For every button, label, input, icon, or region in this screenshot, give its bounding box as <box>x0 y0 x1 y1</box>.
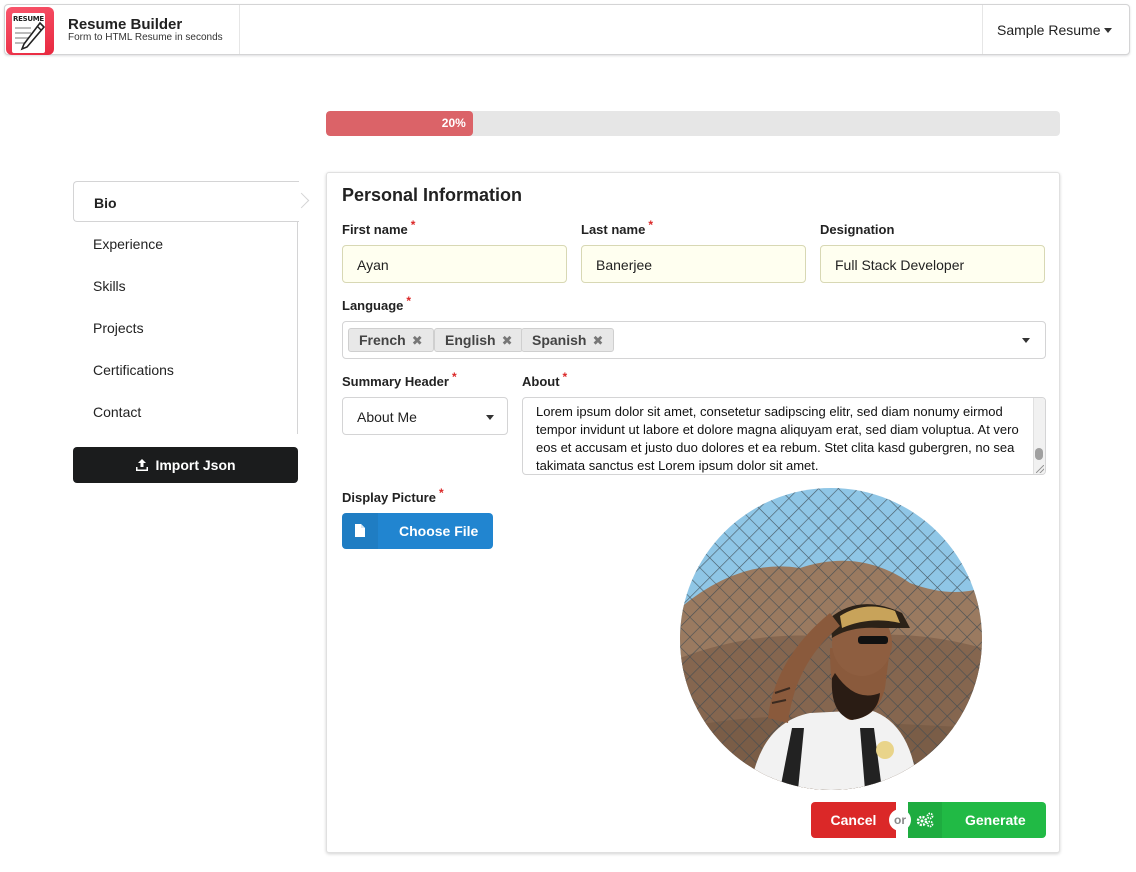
required-marker: * <box>648 218 653 232</box>
step-label: Skills <box>93 278 126 294</box>
step-experience[interactable]: Experience <box>73 223 298 264</box>
first-name-input[interactable]: Ayan <box>342 245 567 283</box>
top-menu: RESUME Resume Builder Form to HTML Resum… <box>4 4 1130 55</box>
caret-down-icon[interactable] <box>1022 338 1030 343</box>
language-multiselect[interactable]: French ✖ English ✖ Spanish ✖ <box>342 321 1046 359</box>
step-label: Experience <box>93 236 164 252</box>
personal-information-form: Personal Information First name * Ayan La… <box>326 172 1060 853</box>
import-json-label: Import Json <box>155 457 236 473</box>
required-marker: * <box>406 294 412 308</box>
summary-header-dropdown[interactable]: About Me <box>342 397 508 435</box>
last-name-input[interactable]: Banerjee <box>581 245 806 283</box>
required-marker: * <box>451 370 457 384</box>
sample-resume-label: Sample Resume <box>997 22 1101 38</box>
brand[interactable]: RESUME Resume Builder Form to HTML Resum… <box>5 5 240 55</box>
language-chip-spanish[interactable]: Spanish ✖ <box>521 328 615 352</box>
remove-icon[interactable]: ✖ <box>412 333 423 348</box>
language-chip-english[interactable]: English ✖ <box>434 328 524 352</box>
required-marker: * <box>410 218 416 232</box>
app-subtitle: Form to HTML Resume in seconds <box>68 32 223 43</box>
required-marker: * <box>438 486 444 500</box>
app-title: Resume Builder <box>68 16 183 33</box>
step-projects[interactable]: Projects <box>73 307 298 348</box>
or-divider: or <box>889 809 911 831</box>
about-label: About * <box>522 370 568 389</box>
about-textarea[interactable]: Lorem ipsum dolor sit amet, consetetur s… <box>522 397 1046 475</box>
resume-logo: RESUME <box>6 7 54 55</box>
remove-icon[interactable]: ✖ <box>502 333 513 348</box>
summary-header-label: Summary Header * <box>342 370 457 389</box>
cancel-label: Cancel <box>830 812 877 828</box>
step-label: Certifications <box>93 362 174 378</box>
generate-label: Generate <box>965 812 1026 828</box>
step-contact[interactable]: Contact <box>73 391 298 432</box>
progress-fill: 20% <box>326 111 473 136</box>
file-icon <box>355 524 365 537</box>
language-label: Language * <box>342 294 412 313</box>
progress-bar: 20% <box>326 111 1060 136</box>
caret-down-icon <box>486 415 494 420</box>
resize-handle[interactable] <box>1036 465 1044 473</box>
step-label: Bio <box>94 195 117 211</box>
upload-icon <box>136 459 149 471</box>
form-actions: Cancel Generate or <box>811 802 1046 838</box>
step-label: Contact <box>93 404 142 420</box>
progress-label: 20% <box>441 116 466 130</box>
display-picture-label: Display Picture * <box>342 486 444 505</box>
designation-input[interactable]: Full Stack Developer <box>820 245 1045 283</box>
choose-file-button[interactable]: Choose File <box>342 513 493 549</box>
import-json-button[interactable]: Import Json <box>73 447 298 483</box>
cancel-button[interactable]: Cancel <box>811 802 896 838</box>
pencil-icon <box>20 21 46 51</box>
step-certifications[interactable]: Certifications <box>73 349 298 390</box>
step-bio[interactable]: Bio <box>73 181 299 222</box>
choose-file-label: Choose File <box>399 523 479 539</box>
first-name-label: First name * <box>342 218 416 237</box>
remove-icon[interactable]: ✖ <box>592 333 603 348</box>
cogs-icon <box>916 812 934 828</box>
required-marker: * <box>562 370 568 384</box>
language-chip-french[interactable]: French ✖ <box>348 328 434 352</box>
step-menu: Bio Experience Skills Projects Certifica… <box>73 181 310 434</box>
step-skills[interactable]: Skills <box>73 265 298 306</box>
caret-down-icon <box>1104 28 1112 33</box>
sample-resume-dropdown[interactable]: Sample Resume <box>982 5 1129 54</box>
designation-label: Designation <box>820 222 895 237</box>
about-scrollbar[interactable] <box>1033 398 1045 474</box>
step-label: Projects <box>93 320 144 336</box>
profile-photo <box>680 488 982 790</box>
last-name-label: Last name * <box>581 218 653 237</box>
form-title: Personal Information <box>342 185 523 205</box>
generate-button[interactable]: Generate <box>908 802 1046 838</box>
